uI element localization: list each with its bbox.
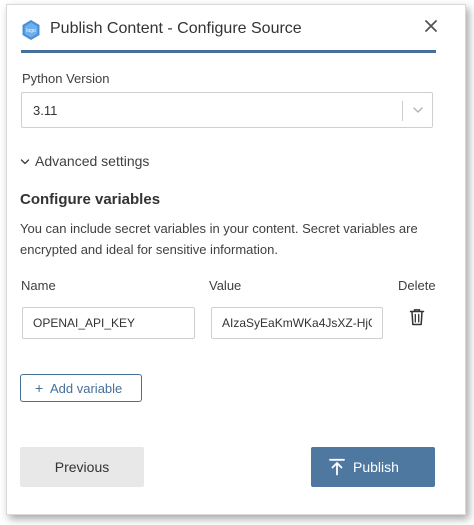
chevron-down-icon[interactable] <box>411 103 425 117</box>
dialog-header: logo Publish Content - Configure Source <box>7 5 465 53</box>
variable-value-input[interactable] <box>211 307 383 339</box>
value-column-header: Value <box>209 278 242 293</box>
plus-icon: + <box>35 380 44 396</box>
variable-name-input[interactable] <box>22 307 195 339</box>
dialog-title: Publish Content - Configure Source <box>50 20 302 37</box>
advanced-settings-label: Advanced settings <box>35 153 150 169</box>
previous-button[interactable]: Previous <box>20 447 144 487</box>
publish-dialog: logo Publish Content - Configure Source … <box>6 4 466 515</box>
header-divider <box>21 50 436 53</box>
publish-button[interactable]: Publish <box>311 447 435 487</box>
add-variable-button[interactable]: + Add variable <box>20 374 142 402</box>
delete-column-header: Delete <box>398 278 436 293</box>
svg-text:logo: logo <box>26 28 36 34</box>
trash-icon[interactable] <box>409 308 425 326</box>
upload-icon <box>329 458 345 476</box>
python-version-select[interactable]: 3.11 <box>21 92 433 128</box>
rstudio-connect-logo-icon: logo <box>22 20 40 40</box>
add-variable-label: Add variable <box>50 381 123 396</box>
python-version-label: Python Version <box>22 71 110 86</box>
variables-description: You can include secret variables in your… <box>20 221 418 257</box>
publish-label: Publish <box>353 459 399 475</box>
select-separator <box>402 101 403 121</box>
close-icon[interactable] <box>421 16 441 36</box>
python-version-value: 3.11 <box>33 103 58 118</box>
chevron-down-icon <box>20 159 30 165</box>
configure-variables-heading: Configure variables <box>20 191 161 208</box>
name-column-header: Name <box>21 278 56 293</box>
